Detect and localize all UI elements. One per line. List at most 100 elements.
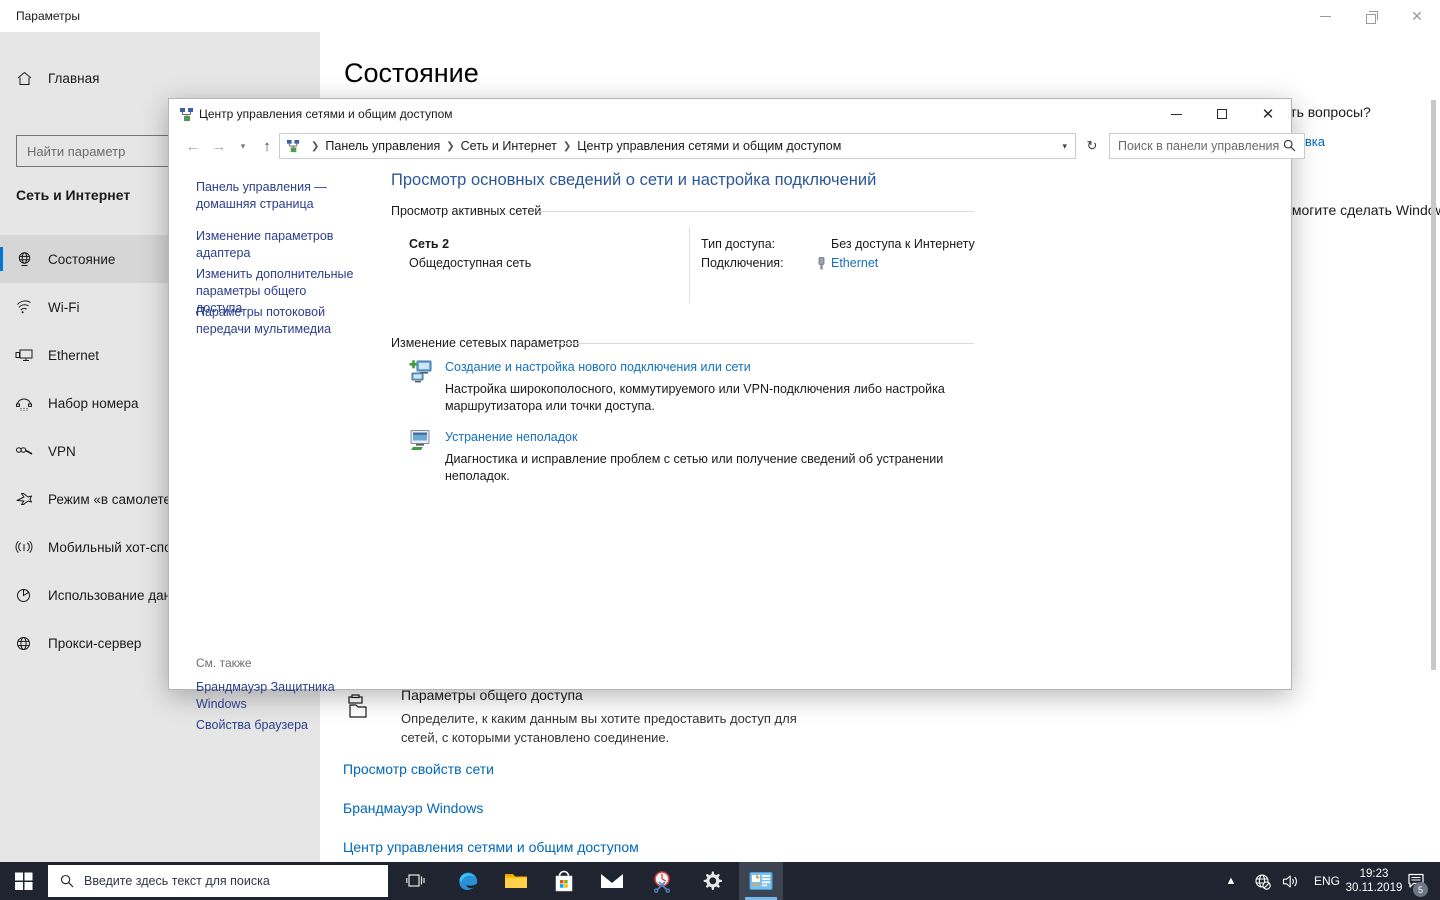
snipping-tool-icon[interactable] bbox=[640, 862, 684, 900]
cp-titlebar[interactable]: Центр управления сетями и общим доступом… bbox=[169, 99, 1291, 129]
status-globe-icon bbox=[0, 251, 48, 268]
see-also-internet-options[interactable]: Свойства браузера bbox=[196, 717, 346, 734]
microsoft-store-icon[interactable] bbox=[542, 862, 586, 900]
new-connection-icon bbox=[409, 359, 433, 383]
desc-troubleshoot: Диагностика и исправление проблем с сеть… bbox=[445, 452, 944, 483]
show-hidden-icons-chevron[interactable]: ▲ bbox=[1218, 862, 1244, 900]
link-network-sharing-center[interactable]: Центр управления сетями и общим доступом bbox=[343, 839, 639, 855]
cp-minimize-button[interactable] bbox=[1153, 99, 1199, 129]
cp-search-input[interactable]: Поиск в панели управления bbox=[1109, 133, 1305, 159]
taskbar-search-input[interactable]: Введите здесь текст для поиска bbox=[48, 865, 388, 897]
active-network-row: Сеть 2 Общедоступная сеть Тип доступа: Б… bbox=[391, 227, 976, 303]
windows-start-icon[interactable] bbox=[0, 862, 48, 900]
cp-close-button[interactable]: ✕ bbox=[1245, 99, 1291, 129]
improve-windows-heading: Помогите сделать Windows лучше bbox=[1274, 202, 1440, 218]
printer-folder-icon bbox=[344, 693, 374, 723]
sidebar-item-wifi-label: Wi-Fi bbox=[48, 299, 80, 315]
sidebar-item-status-label: Состояние bbox=[48, 251, 116, 267]
network-sharing-icon bbox=[179, 107, 195, 123]
dialup-icon bbox=[0, 395, 48, 412]
proxy-globe-icon bbox=[0, 635, 48, 652]
action-center-button[interactable]: 5 bbox=[1400, 862, 1434, 900]
mail-icon[interactable] bbox=[590, 862, 634, 900]
ethernet-plug-icon bbox=[815, 256, 828, 271]
breadcrumb-root-icon bbox=[286, 139, 301, 154]
connections-label: Подключения: bbox=[701, 256, 784, 270]
breadcrumb-item-network-sharing-center[interactable]: Центр управления сетями и общим доступом bbox=[577, 139, 841, 153]
network-name: Сеть 2 bbox=[409, 237, 450, 251]
settings-minimize-button[interactable] bbox=[1302, 0, 1348, 32]
see-also-windows-defender-firewall[interactable]: Брандмауэр Защитника Windows bbox=[196, 679, 346, 713]
breadcrumb[interactable]: ❯ Панель управления ❯ Сеть и Интернет ❯ … bbox=[279, 133, 1076, 159]
task-view-icon[interactable] bbox=[394, 862, 438, 900]
task-control-panel-home[interactable]: Панель управления — домашняя страница bbox=[196, 179, 356, 213]
forward-arrow-icon[interactable]: → bbox=[207, 134, 231, 158]
link-create-new-connection[interactable]: Создание и настройка нового подключения … bbox=[445, 360, 751, 374]
language-indicator[interactable]: ENG bbox=[1306, 862, 1348, 900]
speaker-icon[interactable] bbox=[1276, 862, 1304, 900]
network-no-internet-icon[interactable] bbox=[1248, 862, 1276, 900]
sidebar-item-vpn-label: VPN bbox=[48, 443, 76, 459]
sidebar-item-ethernet-label: Ethernet bbox=[48, 347, 100, 363]
sidebar-item-proxy-label: Прокси-сервер bbox=[48, 635, 142, 651]
cp-body: Панель управления — домашняя страница Из… bbox=[169, 161, 1291, 732]
main-scrollbar[interactable] bbox=[1431, 100, 1436, 670]
cp-search-placeholder: Поиск в панели управления bbox=[1118, 139, 1280, 153]
sidebar-item-hotspot-label: Мобильный хот-спот bbox=[48, 539, 178, 555]
link-windows-firewall[interactable]: Брандмауэр Windows bbox=[343, 800, 483, 816]
taskbar-search-placeholder: Введите здесь текст для поиска bbox=[84, 874, 270, 888]
settings-close-button[interactable]: ✕ bbox=[1394, 0, 1440, 32]
edge-icon[interactable] bbox=[446, 862, 490, 900]
breadcrumb-item-network-internet[interactable]: Сеть и Интернет bbox=[461, 139, 557, 153]
ethernet-connection-link[interactable]: Ethernet bbox=[831, 256, 878, 270]
back-arrow-icon[interactable]: ← bbox=[181, 134, 205, 158]
sharing-options-description: Определите, к каким данным вы хотите пре… bbox=[401, 711, 797, 745]
section-change-network-settings-title: Изменение сетевых параметров bbox=[391, 336, 580, 350]
settings-restore-button[interactable] bbox=[1348, 0, 1394, 32]
up-arrow-icon[interactable]: ↑ bbox=[255, 134, 279, 158]
page-title: Состояние bbox=[344, 58, 479, 88]
settings-gear-icon[interactable] bbox=[690, 862, 734, 900]
clock[interactable]: 19:23 30.11.2019 bbox=[1346, 862, 1403, 900]
maximize-icon bbox=[1217, 109, 1227, 119]
close-icon: ✕ bbox=[1411, 8, 1423, 24]
vertical-divider bbox=[689, 227, 690, 303]
sidebar-item-home[interactable]: Главная bbox=[0, 58, 320, 98]
breadcrumb-separator: ❯ bbox=[311, 140, 320, 152]
sidebar-item-home-label: Главная bbox=[48, 70, 100, 86]
task-media-streaming-options[interactable]: Параметры потоковой передачи мультимедиа bbox=[196, 304, 356, 338]
access-type-value: Без доступа к Интернету bbox=[831, 237, 975, 251]
see-also-header: См. также bbox=[196, 656, 252, 670]
ethernet-icon bbox=[0, 347, 48, 364]
section-divider bbox=[539, 211, 974, 212]
minimize-icon bbox=[1319, 15, 1331, 17]
task-change-adapter-settings[interactable]: Изменение параметров адаптера bbox=[196, 228, 356, 262]
clock-time: 19:23 bbox=[1359, 868, 1389, 880]
settings-window-title: Параметры bbox=[16, 9, 80, 23]
file-explorer-icon[interactable] bbox=[494, 862, 538, 900]
cp-task-pane: Панель управления — домашняя страница Из… bbox=[169, 161, 389, 732]
close-icon: ✕ bbox=[1261, 105, 1275, 123]
search-icon bbox=[60, 874, 74, 888]
sidebar-item-dialup-label: Набор номера bbox=[48, 395, 139, 411]
cp-page-heading: Просмотр основных сведений о сети и наст… bbox=[391, 171, 877, 189]
search-icon bbox=[1283, 139, 1296, 152]
wifi-icon bbox=[0, 299, 48, 316]
settings-titlebar: Параметры ✕ bbox=[0, 0, 1440, 32]
control-panel-icon[interactable] bbox=[739, 862, 783, 900]
taskbar: Введите здесь текст для поиска ▲ ENG 19:… bbox=[0, 862, 1440, 900]
data-usage-icon bbox=[0, 587, 48, 604]
sidebar-item-airplane-mode-label: Режим «в самолете» bbox=[48, 491, 179, 507]
breadcrumb-dropdown-icon[interactable]: ▾ bbox=[1062, 141, 1067, 152]
breadcrumb-separator: ❯ bbox=[446, 140, 455, 152]
home-icon bbox=[0, 70, 48, 87]
cp-maximize-button[interactable] bbox=[1199, 99, 1245, 129]
refresh-icon[interactable]: ↻ bbox=[1081, 133, 1103, 159]
breadcrumb-item-control-panel[interactable]: Панель управления bbox=[325, 139, 440, 153]
link-troubleshoot[interactable]: Устранение неполадок bbox=[445, 430, 577, 444]
link-view-network-properties[interactable]: Просмотр свойств сети bbox=[343, 761, 494, 777]
chevron-down-icon[interactable]: ▾ bbox=[231, 134, 255, 158]
breadcrumb-separator: ❯ bbox=[562, 140, 572, 152]
cp-window-title: Центр управления сетями и общим доступом bbox=[199, 107, 453, 121]
notification-count-badge: 5 bbox=[1413, 882, 1428, 897]
